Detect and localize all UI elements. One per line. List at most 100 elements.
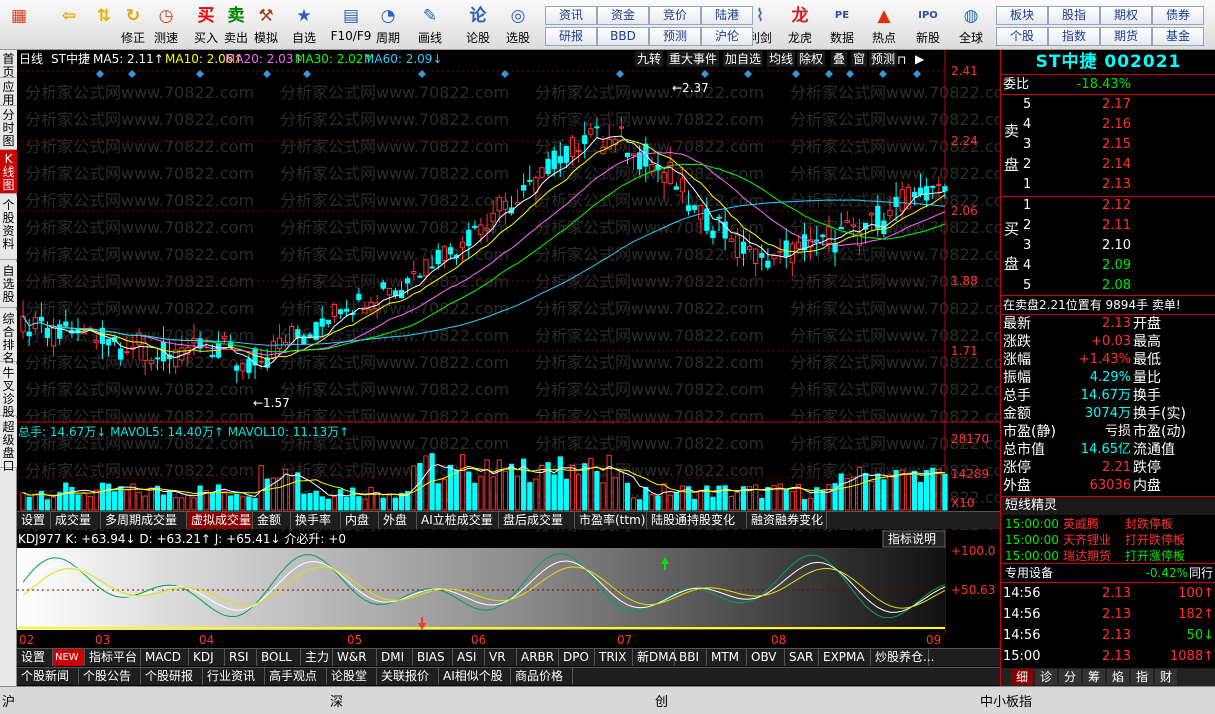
volume-bar[interactable] — [917, 481, 924, 511]
volume-bar[interactable] — [392, 497, 399, 511]
volume-bar[interactable] — [508, 463, 515, 511]
toolbar-button-测速[interactable]: ◷ 测速 — [150, 2, 182, 48]
candle-body[interactable] — [777, 250, 783, 253]
candle-body[interactable] — [661, 171, 667, 184]
candle-body[interactable] — [325, 319, 331, 325]
candle-body[interactable] — [911, 192, 918, 198]
quick-button-基金[interactable]: 基金 — [1152, 27, 1204, 46]
volume-bar[interactable] — [490, 476, 496, 511]
candle-body[interactable] — [417, 275, 423, 278]
candle-body[interactable] — [679, 178, 686, 193]
volume-bar[interactable] — [26, 496, 32, 511]
candle-body[interactable] — [307, 334, 313, 338]
volume-bar[interactable] — [319, 496, 325, 511]
candle-body[interactable] — [850, 224, 857, 227]
volume-bar[interactable] — [136, 491, 142, 511]
volume-bar[interactable] — [276, 477, 283, 511]
toolbar-button-自选[interactable]: ★ 自选 — [288, 2, 320, 48]
volume-bar[interactable] — [466, 471, 472, 511]
ask-row[interactable]: 2 2.14 — [1001, 156, 1215, 174]
candle-body[interactable] — [893, 196, 899, 208]
quote-tab-指[interactable]: 指 — [1131, 669, 1153, 685]
volume-bar[interactable] — [679, 485, 686, 511]
volume-tabs-tab[interactable]: 外盘 — [379, 512, 417, 529]
volume-bar[interactable] — [325, 498, 331, 511]
volume-bar[interactable] — [887, 474, 893, 511]
volume-bar[interactable] — [118, 486, 124, 511]
volume-bar[interactable] — [630, 497, 637, 511]
news-tabs-tab[interactable]: 关联报价 — [377, 668, 439, 685]
volume-bar[interactable] — [685, 486, 692, 511]
indicator-tabs-tab[interactable]: TRIX — [595, 649, 633, 666]
volume-bar[interactable] — [343, 496, 350, 511]
candle-body[interactable] — [246, 358, 252, 373]
quick-button-BBD[interactable]: BBD — [597, 27, 649, 46]
candle-body[interactable] — [716, 216, 722, 219]
indicator-tabs-tab[interactable]: 主力 — [301, 649, 333, 666]
left-tab-应用[interactable]: 应用 — [0, 78, 17, 107]
quick-button-竞价[interactable]: 竞价 — [649, 6, 701, 25]
volume-bar[interactable] — [197, 485, 203, 511]
status-sh[interactable]: 沪 — [2, 691, 15, 710]
quick-button-指数[interactable]: 指数 — [1048, 27, 1100, 46]
volume-bar[interactable] — [698, 489, 704, 511]
event-marker[interactable] — [418, 70, 426, 78]
volume-tabs-tab[interactable]: 换手率 — [291, 512, 341, 529]
candle-body[interactable] — [710, 230, 716, 239]
candle-body[interactable] — [740, 241, 747, 254]
quick-button-陆港[interactable]: 陆港 — [701, 6, 753, 25]
candle-body[interactable] — [26, 331, 32, 337]
volume-bar[interactable] — [655, 495, 661, 511]
status-zxb[interactable]: 中小板指 — [980, 691, 1032, 710]
candle-body[interactable] — [154, 357, 161, 360]
volume-bar[interactable] — [734, 491, 741, 511]
quote-tab-分[interactable]: 分 — [1059, 669, 1081, 685]
volume-bar[interactable] — [166, 490, 173, 511]
indicator-tabs-tab[interactable]: BIAS — [413, 649, 453, 666]
volume-bar[interactable] — [527, 482, 533, 511]
left-tab-牛叉诊股[interactable]: 牛叉诊股 — [0, 364, 17, 419]
news-tabs-tab[interactable]: 商品价格 — [511, 668, 573, 685]
candle-body[interactable] — [105, 338, 112, 346]
toolbar-button-修正[interactable]: ↻ 修正 — [117, 2, 149, 48]
volume-bar[interactable] — [215, 484, 222, 511]
quote-tab-细[interactable]: 细 — [1011, 669, 1033, 685]
volume-bar[interactable] — [624, 482, 631, 511]
volume-bar[interactable] — [569, 464, 576, 511]
volume-bar[interactable] — [923, 470, 930, 511]
quote-tab-焰[interactable]: 焰 — [1107, 669, 1129, 685]
candle-body[interactable] — [343, 308, 350, 312]
candle-body[interactable] — [337, 309, 344, 315]
volume-bar[interactable] — [826, 484, 832, 511]
volume-bar[interactable] — [63, 482, 69, 511]
candle-body[interactable] — [38, 316, 45, 322]
candle-body[interactable] — [466, 229, 472, 247]
volume-bar[interactable] — [289, 474, 295, 511]
event-marker[interactable] — [128, 70, 136, 78]
volume-tabs-tab[interactable]: 内盘 — [341, 512, 379, 529]
indicator-tabs-tab[interactable]: ASI — [453, 649, 485, 666]
left-tab-个股资料[interactable]: 个股资料 — [0, 196, 17, 260]
volume-bar[interactable] — [258, 465, 264, 511]
toolbar-button-数据[interactable]: PE 数据 — [826, 2, 858, 48]
toolbar-button-周期[interactable]: ◔ 周期 — [372, 2, 404, 48]
volume-bar[interactable] — [441, 478, 447, 511]
volume-bar[interactable] — [179, 497, 185, 511]
toolbar-button-选股[interactable]: ◎ 选股 — [502, 2, 534, 48]
volume-bar[interactable] — [643, 486, 649, 511]
candle-body[interactable] — [673, 186, 679, 190]
volume-bar[interactable] — [691, 498, 698, 511]
event-marker[interactable] — [825, 70, 833, 78]
candle-body[interactable] — [820, 234, 826, 237]
candle-body[interactable] — [484, 227, 490, 231]
volume-bar[interactable] — [533, 478, 539, 511]
quote-tab-财[interactable]: 财 — [1155, 669, 1177, 685]
volume-bar[interactable] — [856, 466, 863, 511]
volume-bar[interactable] — [820, 490, 826, 511]
ask-row[interactable]: 5 2.17 — [1001, 96, 1215, 114]
volume-bar[interactable] — [557, 456, 563, 511]
volume-bar[interactable] — [911, 470, 918, 511]
quote-tab-筹[interactable]: 筹 — [1083, 669, 1105, 685]
indicator-tabs-tab[interactable]: 设置 — [17, 649, 53, 666]
volume-bar[interactable] — [850, 476, 857, 511]
